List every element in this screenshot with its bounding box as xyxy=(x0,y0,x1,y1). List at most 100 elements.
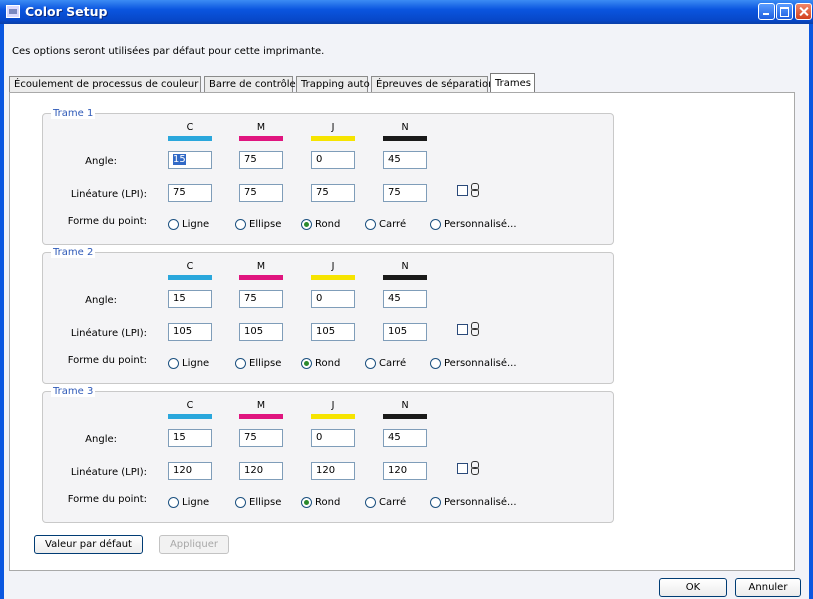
ink-label: J xyxy=(331,122,335,133)
apply-button[interactable]: Appliquer xyxy=(159,535,229,554)
lpi-c-input[interactable]: 120 xyxy=(168,462,212,480)
maximize-button[interactable] xyxy=(776,3,793,20)
magenta-swatch xyxy=(239,136,283,141)
ink-black: N xyxy=(383,400,427,419)
black-swatch xyxy=(383,414,427,419)
radio-carre[interactable]: Carré xyxy=(365,218,406,231)
ink-magenta: M xyxy=(239,400,283,419)
lpi-j-input[interactable]: 75 xyxy=(311,184,355,202)
angle-c-input[interactable]: 15 xyxy=(168,151,212,169)
magenta-swatch xyxy=(239,414,283,419)
ink-label: C xyxy=(186,261,194,272)
title-bar[interactable]: Color Setup xyxy=(0,0,813,24)
dot-shape-label: Forme du point: xyxy=(67,355,147,366)
cyan-swatch xyxy=(168,275,212,280)
group-title: Trame 1 xyxy=(51,108,96,119)
radio-ligne[interactable]: Ligne xyxy=(168,218,209,231)
radio-label: Ellipse xyxy=(249,219,282,230)
yellow-swatch xyxy=(311,136,355,141)
lineature-label: Linéature (LPI): xyxy=(70,189,147,200)
radio-rond[interactable]: Rond xyxy=(301,218,340,231)
ink-label: M xyxy=(256,122,266,133)
radio-label: Ellipse xyxy=(249,358,282,369)
angle-m-input[interactable]: 75 xyxy=(239,290,283,308)
link-lpi-checkbox[interactable] xyxy=(457,463,468,474)
angle-n-input[interactable]: 45 xyxy=(383,429,427,447)
ink-label: N xyxy=(401,400,409,411)
ink-label: C xyxy=(186,400,194,411)
close-button[interactable] xyxy=(795,3,812,20)
tab-separation-proofs[interactable]: Épreuves de séparation xyxy=(371,76,494,92)
lpi-m-input[interactable]: 75 xyxy=(239,184,283,202)
radio-selected-icon xyxy=(301,496,312,508)
dot-shape-label: Forme du point: xyxy=(67,216,147,227)
lpi-n-input[interactable]: 75 xyxy=(383,184,427,202)
lpi-c-input[interactable]: 105 xyxy=(168,323,212,341)
angle-c-input[interactable]: 15 xyxy=(168,429,212,447)
radio-circle-icon xyxy=(430,357,441,369)
tab-color-workflow[interactable]: Écoulement de processus de couleur xyxy=(9,76,201,92)
angle-label: Angle: xyxy=(85,156,117,167)
radio-personnalise[interactable]: Personnalisé... xyxy=(430,218,517,231)
group-title: Trame 2 xyxy=(51,247,96,258)
angle-j-input[interactable]: 0 xyxy=(311,151,355,169)
ink-black: N xyxy=(383,261,427,280)
ink-yellow: J xyxy=(311,261,355,280)
ink-cyan: C xyxy=(168,122,212,141)
lpi-j-input[interactable]: 105 xyxy=(311,323,355,341)
chain-link-icon xyxy=(471,461,479,475)
radio-ellipse[interactable]: Ellipse xyxy=(235,218,281,231)
angle-c-input[interactable]: 15 xyxy=(168,290,212,308)
link-lpi-checkbox[interactable] xyxy=(457,185,468,196)
radio-label: Ligne xyxy=(182,358,210,369)
lpi-c-input[interactable]: 75 xyxy=(168,184,212,202)
screen-group-1: Trame 1 C M J N Angle: 15 75 0 45 Linéat… xyxy=(42,108,614,245)
lpi-n-input[interactable]: 105 xyxy=(383,323,427,341)
radio-circle-icon xyxy=(365,218,376,230)
lineature-label: Linéature (LPI): xyxy=(70,328,147,339)
angle-m-input[interactable]: 75 xyxy=(239,429,283,447)
radio-circle-icon xyxy=(365,496,376,508)
radio-label: Ligne xyxy=(182,219,210,230)
radio-carre[interactable]: Carré xyxy=(365,496,406,509)
minimize-button[interactable] xyxy=(758,3,775,20)
lpi-m-input[interactable]: 105 xyxy=(239,323,283,341)
angle-n-input[interactable]: 45 xyxy=(383,290,427,308)
radio-ligne[interactable]: Ligne xyxy=(168,496,209,509)
radio-ellipse[interactable]: Ellipse xyxy=(235,357,281,370)
angle-m-input[interactable]: 75 xyxy=(239,151,283,169)
radio-label: Personnalisé... xyxy=(444,358,517,369)
radio-rond[interactable]: Rond xyxy=(301,357,340,370)
ink-label: C xyxy=(186,122,194,133)
link-lpi-checkbox[interactable] xyxy=(457,324,468,335)
lpi-j-input[interactable]: 120 xyxy=(311,462,355,480)
ink-label: J xyxy=(331,261,335,272)
radio-circle-icon xyxy=(430,496,441,508)
angle-j-input[interactable]: 0 xyxy=(311,290,355,308)
tab-control-bar[interactable]: Barre de contrôle xyxy=(204,76,296,92)
radio-ellipse[interactable]: Ellipse xyxy=(235,496,281,509)
black-swatch xyxy=(383,275,427,280)
default-values-button[interactable]: Valeur par défaut xyxy=(34,535,143,554)
app-icon xyxy=(6,5,20,18)
ink-magenta: M xyxy=(239,122,283,141)
tab-auto-trapping[interactable]: Trapping auto xyxy=(296,76,370,92)
lpi-m-input[interactable]: 120 xyxy=(239,462,283,480)
lpi-n-input[interactable]: 120 xyxy=(383,462,427,480)
angle-j-input[interactable]: 0 xyxy=(311,429,355,447)
tab-screens[interactable]: Trames xyxy=(490,73,535,93)
radio-personnalise[interactable]: Personnalisé... xyxy=(430,357,517,370)
angle-n-input[interactable]: 45 xyxy=(383,151,427,169)
cancel-button[interactable]: Annuler xyxy=(735,578,801,597)
ok-button[interactable]: OK xyxy=(659,578,727,597)
ink-label: M xyxy=(256,400,266,411)
cyan-swatch xyxy=(168,414,212,419)
radio-personnalise[interactable]: Personnalisé... xyxy=(430,496,517,509)
radio-carre[interactable]: Carré xyxy=(365,357,406,370)
radio-ligne[interactable]: Ligne xyxy=(168,357,209,370)
ink-magenta: M xyxy=(239,261,283,280)
radio-rond[interactable]: Rond xyxy=(301,496,340,509)
chain-link-icon xyxy=(471,183,479,197)
radio-label: Ellipse xyxy=(249,497,282,508)
radio-label: Ligne xyxy=(182,497,210,508)
